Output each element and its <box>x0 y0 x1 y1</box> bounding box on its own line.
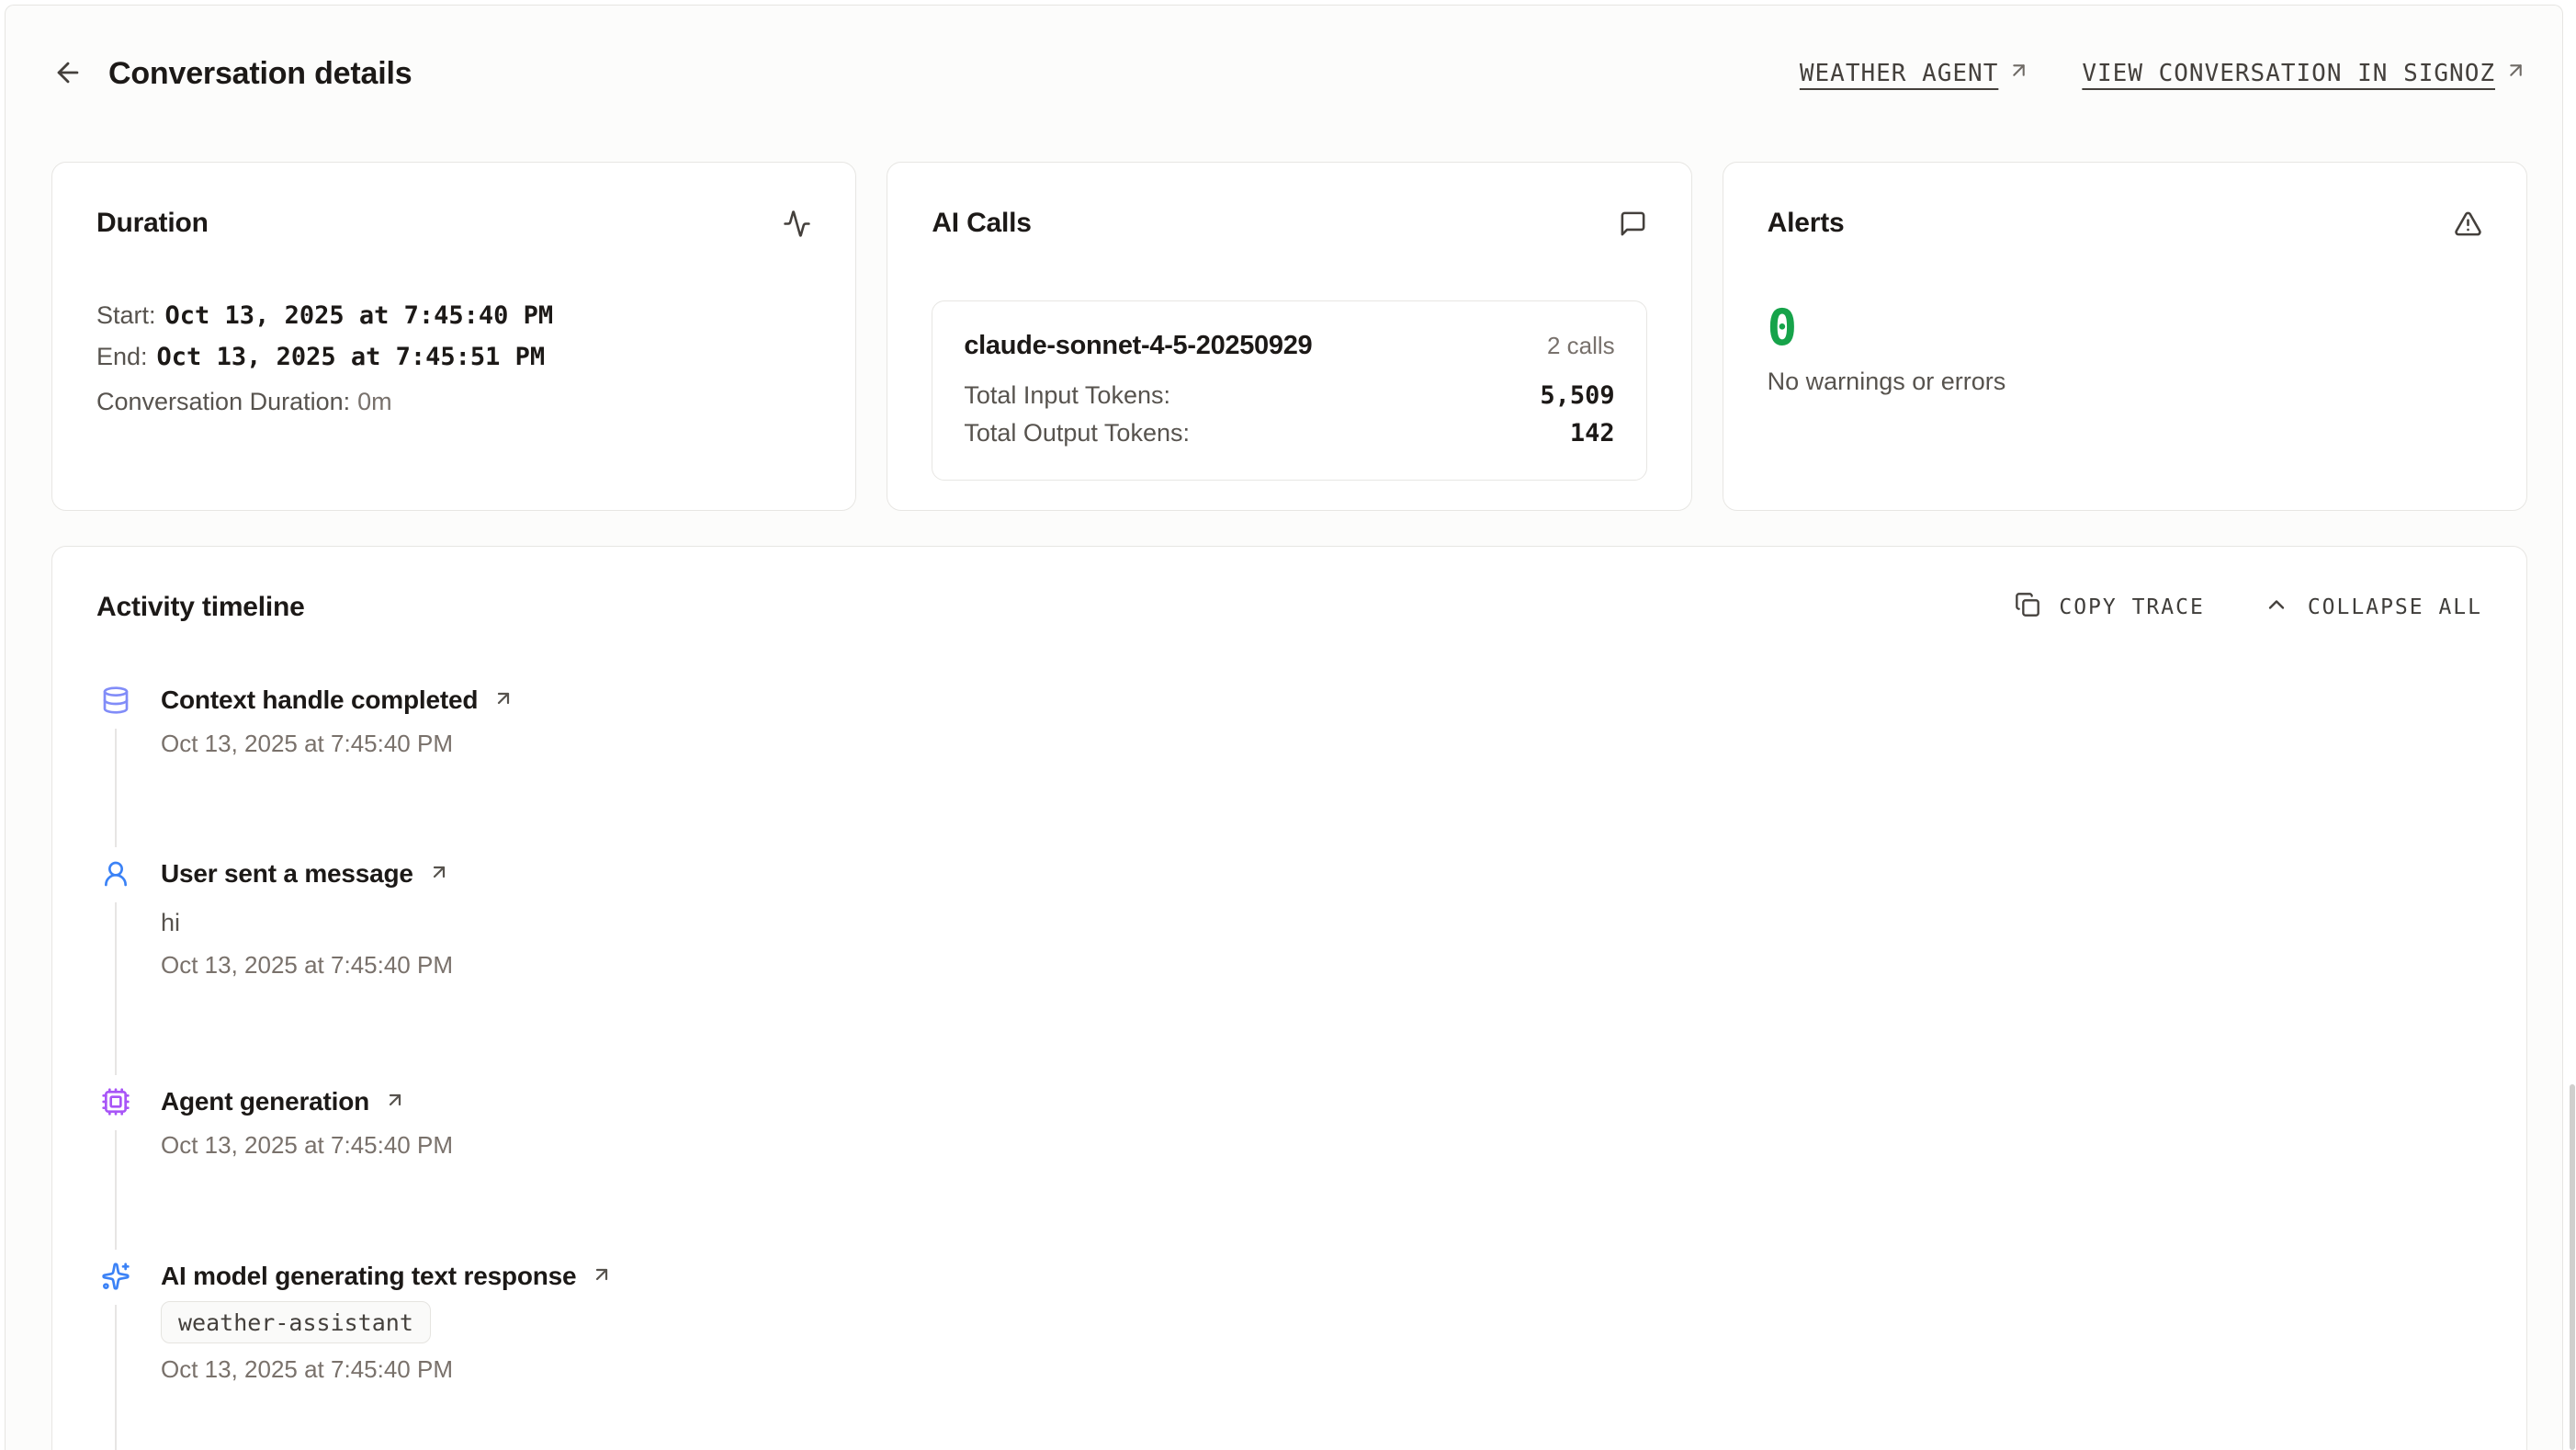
stat-cards-row: Duration Start: Oct 13, 2025 at 7:45:40 P… <box>51 162 2527 511</box>
timeline-item-title: Context handle completed <box>161 685 478 715</box>
timeline-item-agent-generation: Agent generation Oct 13, 2025 at 7:45:40… <box>96 1084 2482 1259</box>
weather-agent-link-label: WEATHER AGENT <box>1800 60 1999 87</box>
timeline-item-timestamp: Oct 13, 2025 at 7:45:40 PM <box>161 948 2482 981</box>
alerts-card-title: Alerts <box>1768 208 1845 239</box>
input-tokens-label: Total Input Tokens: <box>964 377 1170 413</box>
message-square-icon <box>1619 210 1647 238</box>
duration-rows: Start: Oct 13, 2025 at 7:45:40 PM End: Oct… <box>96 295 811 422</box>
activity-icon <box>783 210 811 238</box>
conversation-duration-label: Conversation Duration: <box>96 388 350 415</box>
ai-calls-card-title: AI Calls <box>932 208 1031 239</box>
duration-card-header: Duration <box>96 203 811 244</box>
agent-name-badge: weather-assistant <box>161 1301 431 1343</box>
scrollbar-thumb[interactable] <box>2570 1084 2575 1450</box>
timeline-connector <box>115 1130 117 1250</box>
sparkles-icon <box>101 1262 130 1291</box>
external-link-icon <box>2007 59 2030 88</box>
arrow-up-right-icon[interactable] <box>492 687 514 714</box>
weather-agent-link[interactable]: WEATHER AGENT <box>1800 59 2031 88</box>
end-row: End: Oct 13, 2025 at 7:45:51 PM <box>96 336 811 378</box>
timeline-connector <box>115 902 117 1075</box>
timeline-list: Context handle completed Oct 13, 2025 at… <box>96 683 2482 1386</box>
copy-trace-button[interactable]: COPY TRACE <box>2015 592 2204 623</box>
timeline-item-title-row: Agent generation <box>161 1084 2482 1119</box>
conversation-details-page: Conversation details WEATHER AGENT VIEW … <box>0 0 2576 1450</box>
start-label: Start: <box>96 301 156 329</box>
timeline-item-ai-text-response: AI model generating text response weathe… <box>96 1259 2482 1386</box>
timeline-connector <box>115 729 117 847</box>
output-tokens-row: Total Output Tokens: 142 <box>964 414 1614 452</box>
end-value: Oct 13, 2025 at 7:45:51 PM <box>157 343 546 371</box>
copy-icon <box>2015 592 2040 623</box>
view-conversation-signoz-link[interactable]: VIEW CONVERSATION IN SIGNOZ <box>2082 59 2527 88</box>
duration-card: Duration Start: Oct 13, 2025 at 7:45:40 P… <box>51 162 856 511</box>
timeline-item-user-message: User sent a message hi Oct 13, 2025 at 7… <box>96 856 2482 1084</box>
timeline-item-title: AI model generating text response <box>161 1262 576 1291</box>
copy-trace-label: COPY TRACE <box>2059 595 2204 619</box>
timeline-item-title: User sent a message <box>161 859 413 889</box>
timeline-item-timestamp: Oct 13, 2025 at 7:45:40 PM <box>161 1128 2482 1161</box>
timeline-title: Activity timeline <box>96 592 305 623</box>
start-value: Oct 13, 2025 at 7:45:40 PM <box>165 301 554 330</box>
timeline-item-message-body: hi <box>161 906 2482 939</box>
start-row: Start: Oct 13, 2025 at 7:45:40 PM <box>96 295 811 336</box>
conversation-duration-value: 0m <box>357 388 392 415</box>
conversation-duration-row: Conversation Duration: 0m <box>96 381 811 422</box>
alerts-message: No warnings or errors <box>1768 365 2482 398</box>
timeline-item-title-row: User sent a message <box>161 856 2482 891</box>
ai-calls-card-header: AI Calls <box>932 203 1646 244</box>
end-label: End: <box>96 343 148 370</box>
model-name: claude-sonnet-4-5-20250929 <box>964 325 1312 366</box>
alerts-count: 0 <box>1768 302 2482 354</box>
timeline-item-title-row: Context handle completed <box>161 683 2482 718</box>
model-calls-count: 2 calls <box>1547 325 1615 366</box>
page-header: Conversation details WEATHER AGENT VIEW … <box>51 53 2527 94</box>
arrow-left-icon <box>52 57 84 91</box>
activity-timeline-card: Activity timeline COPY TRACE COLLAPSE AL… <box>51 546 2527 1450</box>
output-tokens-value: 142 <box>1570 415 1615 452</box>
arrow-up-right-icon[interactable] <box>591 1263 613 1290</box>
timeline-controls: COPY TRACE COLLAPSE ALL <box>2015 592 2482 623</box>
chevron-up-icon <box>2264 592 2289 623</box>
ai-calls-card: AI Calls claude-sonnet-4-5-20250929 2 ca… <box>887 162 1691 511</box>
timeline-item-title-row: AI model generating text response <box>161 1259 2482 1294</box>
timeline-item-timestamp: Oct 13, 2025 at 7:45:40 PM <box>161 727 2482 760</box>
timeline-item-timestamp: Oct 13, 2025 at 7:45:40 PM <box>161 1353 2482 1386</box>
arrow-up-right-icon[interactable] <box>384 1089 406 1116</box>
alert-triangle-icon <box>2454 210 2482 238</box>
user-icon <box>101 859 130 889</box>
timeline-header: Activity timeline COPY TRACE COLLAPSE AL… <box>96 587 2482 628</box>
page-title: Conversation details <box>108 56 412 92</box>
input-tokens-value: 5,509 <box>1540 378 1614 414</box>
external-link-icon <box>2504 59 2527 88</box>
collapse-all-button[interactable]: COLLAPSE ALL <box>2264 592 2482 623</box>
alerts-card: Alerts 0 No warnings or errors <box>1723 162 2527 511</box>
arrow-up-right-icon[interactable] <box>428 861 450 888</box>
app-frame: Conversation details WEATHER AGENT VIEW … <box>5 5 2563 1450</box>
view-conversation-link-label: VIEW CONVERSATION IN SIGNOZ <box>2082 60 2495 87</box>
database-icon <box>101 685 130 715</box>
cpu-icon <box>101 1087 130 1116</box>
model-usage-box: claude-sonnet-4-5-20250929 2 calls Total… <box>932 300 1646 481</box>
collapse-all-label: COLLAPSE ALL <box>2308 595 2482 619</box>
alerts-card-header: Alerts <box>1768 203 2482 244</box>
timeline-item-context-handle: Context handle completed Oct 13, 2025 at… <box>96 683 2482 856</box>
duration-card-title: Duration <box>96 208 209 239</box>
input-tokens-row: Total Input Tokens: 5,509 <box>964 377 1614 414</box>
header-links: WEATHER AGENT VIEW CONVERSATION IN SIGNO… <box>1800 59 2527 88</box>
timeline-item-title: Agent generation <box>161 1087 369 1116</box>
header-left: Conversation details <box>51 56 412 92</box>
back-button[interactable] <box>51 57 85 90</box>
model-row: claude-sonnet-4-5-20250929 2 calls <box>964 325 1614 366</box>
output-tokens-label: Total Output Tokens: <box>964 414 1190 451</box>
timeline-item-badge-row: weather-assistant <box>161 1301 2482 1343</box>
timeline-connector <box>115 1305 117 1450</box>
